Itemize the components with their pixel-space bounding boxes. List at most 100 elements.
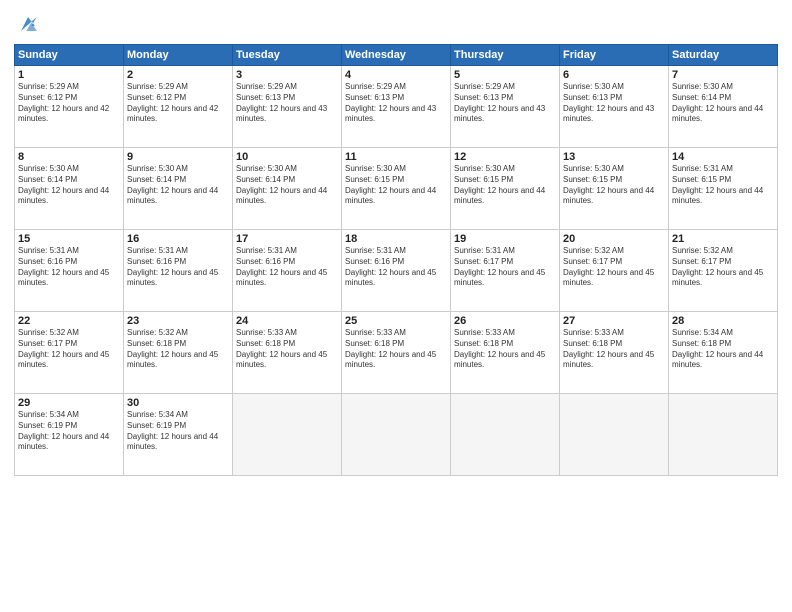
day-cell-28: 28Sunrise: 5:34 AMSunset: 6:18 PMDayligh… — [669, 312, 778, 394]
day-number: 7 — [672, 69, 774, 81]
day-info: Sunrise: 5:30 AMSunset: 6:15 PMDaylight:… — [345, 164, 447, 207]
day-info: Sunrise: 5:30 AMSunset: 6:14 PMDaylight:… — [127, 164, 229, 207]
day-number: 23 — [127, 315, 229, 327]
day-cell-25: 25Sunrise: 5:33 AMSunset: 6:18 PMDayligh… — [342, 312, 451, 394]
logo-icon — [14, 10, 42, 38]
day-info: Sunrise: 5:30 AMSunset: 6:15 PMDaylight:… — [454, 164, 556, 207]
day-number: 18 — [345, 233, 447, 245]
day-cell-3: 3Sunrise: 5:29 AMSunset: 6:13 PMDaylight… — [233, 66, 342, 148]
day-cell-7: 7Sunrise: 5:30 AMSunset: 6:14 PMDaylight… — [669, 66, 778, 148]
day-info: Sunrise: 5:32 AMSunset: 6:17 PMDaylight:… — [563, 246, 665, 289]
day-cell-1: 1Sunrise: 5:29 AMSunset: 6:12 PMDaylight… — [15, 66, 124, 148]
day-number: 22 — [18, 315, 120, 327]
day-cell-14: 14Sunrise: 5:31 AMSunset: 6:15 PMDayligh… — [669, 148, 778, 230]
day-number: 19 — [454, 233, 556, 245]
day-cell-8: 8Sunrise: 5:30 AMSunset: 6:14 PMDaylight… — [15, 148, 124, 230]
day-info: Sunrise: 5:31 AMSunset: 6:16 PMDaylight:… — [345, 246, 447, 289]
day-info: Sunrise: 5:29 AMSunset: 6:12 PMDaylight:… — [127, 82, 229, 125]
day-info: Sunrise: 5:33 AMSunset: 6:18 PMDaylight:… — [563, 328, 665, 371]
day-number: 24 — [236, 315, 338, 327]
day-cell-2: 2Sunrise: 5:29 AMSunset: 6:12 PMDaylight… — [124, 66, 233, 148]
day-info: Sunrise: 5:31 AMSunset: 6:16 PMDaylight:… — [18, 246, 120, 289]
col-header-sunday: Sunday — [15, 45, 124, 66]
day-cell-9: 9Sunrise: 5:30 AMSunset: 6:14 PMDaylight… — [124, 148, 233, 230]
day-cell-4: 4Sunrise: 5:29 AMSunset: 6:13 PMDaylight… — [342, 66, 451, 148]
day-number: 1 — [18, 69, 120, 81]
day-number: 16 — [127, 233, 229, 245]
calendar-table: SundayMondayTuesdayWednesdayThursdayFrid… — [14, 44, 778, 476]
day-number: 4 — [345, 69, 447, 81]
day-number: 5 — [454, 69, 556, 81]
day-info: Sunrise: 5:31 AMSunset: 6:16 PMDaylight:… — [127, 246, 229, 289]
day-number: 8 — [18, 151, 120, 163]
week-row-3: 15Sunrise: 5:31 AMSunset: 6:16 PMDayligh… — [15, 230, 778, 312]
day-cell-empty — [669, 394, 778, 476]
day-info: Sunrise: 5:34 AMSunset: 6:19 PMDaylight:… — [127, 410, 229, 453]
day-number: 6 — [563, 69, 665, 81]
day-info: Sunrise: 5:33 AMSunset: 6:18 PMDaylight:… — [236, 328, 338, 371]
day-info: Sunrise: 5:33 AMSunset: 6:18 PMDaylight:… — [454, 328, 556, 371]
day-number: 3 — [236, 69, 338, 81]
day-info: Sunrise: 5:31 AMSunset: 6:16 PMDaylight:… — [236, 246, 338, 289]
day-number: 17 — [236, 233, 338, 245]
day-number: 30 — [127, 397, 229, 409]
day-number: 11 — [345, 151, 447, 163]
day-number: 25 — [345, 315, 447, 327]
day-cell-23: 23Sunrise: 5:32 AMSunset: 6:18 PMDayligh… — [124, 312, 233, 394]
day-cell-18: 18Sunrise: 5:31 AMSunset: 6:16 PMDayligh… — [342, 230, 451, 312]
day-info: Sunrise: 5:34 AMSunset: 6:18 PMDaylight:… — [672, 328, 774, 371]
header-row: SundayMondayTuesdayWednesdayThursdayFrid… — [15, 45, 778, 66]
day-number: 21 — [672, 233, 774, 245]
day-cell-27: 27Sunrise: 5:33 AMSunset: 6:18 PMDayligh… — [560, 312, 669, 394]
day-cell-6: 6Sunrise: 5:30 AMSunset: 6:13 PMDaylight… — [560, 66, 669, 148]
header — [14, 10, 778, 38]
week-row-4: 22Sunrise: 5:32 AMSunset: 6:17 PMDayligh… — [15, 312, 778, 394]
day-cell-empty — [451, 394, 560, 476]
day-number: 12 — [454, 151, 556, 163]
day-info: Sunrise: 5:29 AMSunset: 6:12 PMDaylight:… — [18, 82, 120, 125]
day-cell-empty — [342, 394, 451, 476]
week-row-1: 1Sunrise: 5:29 AMSunset: 6:12 PMDaylight… — [15, 66, 778, 148]
day-cell-15: 15Sunrise: 5:31 AMSunset: 6:16 PMDayligh… — [15, 230, 124, 312]
day-cell-12: 12Sunrise: 5:30 AMSunset: 6:15 PMDayligh… — [451, 148, 560, 230]
col-header-friday: Friday — [560, 45, 669, 66]
day-cell-29: 29Sunrise: 5:34 AMSunset: 6:19 PMDayligh… — [15, 394, 124, 476]
day-info: Sunrise: 5:29 AMSunset: 6:13 PMDaylight:… — [454, 82, 556, 125]
day-cell-10: 10Sunrise: 5:30 AMSunset: 6:14 PMDayligh… — [233, 148, 342, 230]
logo — [14, 10, 46, 38]
day-cell-13: 13Sunrise: 5:30 AMSunset: 6:15 PMDayligh… — [560, 148, 669, 230]
day-number: 9 — [127, 151, 229, 163]
day-info: Sunrise: 5:33 AMSunset: 6:18 PMDaylight:… — [345, 328, 447, 371]
day-number: 26 — [454, 315, 556, 327]
day-number: 29 — [18, 397, 120, 409]
day-cell-19: 19Sunrise: 5:31 AMSunset: 6:17 PMDayligh… — [451, 230, 560, 312]
day-cell-30: 30Sunrise: 5:34 AMSunset: 6:19 PMDayligh… — [124, 394, 233, 476]
day-cell-21: 21Sunrise: 5:32 AMSunset: 6:17 PMDayligh… — [669, 230, 778, 312]
day-number: 20 — [563, 233, 665, 245]
page: SundayMondayTuesdayWednesdayThursdayFrid… — [0, 0, 792, 612]
day-cell-22: 22Sunrise: 5:32 AMSunset: 6:17 PMDayligh… — [15, 312, 124, 394]
col-header-wednesday: Wednesday — [342, 45, 451, 66]
col-header-tuesday: Tuesday — [233, 45, 342, 66]
day-number: 15 — [18, 233, 120, 245]
day-cell-24: 24Sunrise: 5:33 AMSunset: 6:18 PMDayligh… — [233, 312, 342, 394]
day-cell-empty — [233, 394, 342, 476]
col-header-thursday: Thursday — [451, 45, 560, 66]
day-number: 14 — [672, 151, 774, 163]
day-number: 13 — [563, 151, 665, 163]
week-row-5: 29 Sunrise: 5:34 AMSunset: 6:19 PMDayligh… — [15, 394, 778, 476]
day-cell-11: 11Sunrise: 5:30 AMSunset: 6:15 PMDayligh… — [342, 148, 451, 230]
day-cell-16: 16Sunrise: 5:31 AMSunset: 6:16 PMDayligh… — [124, 230, 233, 312]
day-info: Sunrise: 5:30 AMSunset: 6:14 PMDaylight:… — [18, 164, 120, 207]
day-number: 28 — [672, 315, 774, 327]
day-number: 10 — [236, 151, 338, 163]
day-cell-26: 26Sunrise: 5:33 AMSunset: 6:18 PMDayligh… — [451, 312, 560, 394]
day-info: Sunrise: 5:30 AMSunset: 6:13 PMDaylight:… — [563, 82, 665, 125]
day-cell-20: 20Sunrise: 5:32 AMSunset: 6:17 PMDayligh… — [560, 230, 669, 312]
day-info: Sunrise: 5:30 AMSunset: 6:14 PMDaylight:… — [672, 82, 774, 125]
week-row-2: 8Sunrise: 5:30 AMSunset: 6:14 PMDaylight… — [15, 148, 778, 230]
day-info: Sunrise: 5:30 AMSunset: 6:14 PMDaylight:… — [236, 164, 338, 207]
day-number: 2 — [127, 69, 229, 81]
col-header-monday: Monday — [124, 45, 233, 66]
day-info: Sunrise: 5:31 AMSunset: 6:17 PMDaylight:… — [454, 246, 556, 289]
